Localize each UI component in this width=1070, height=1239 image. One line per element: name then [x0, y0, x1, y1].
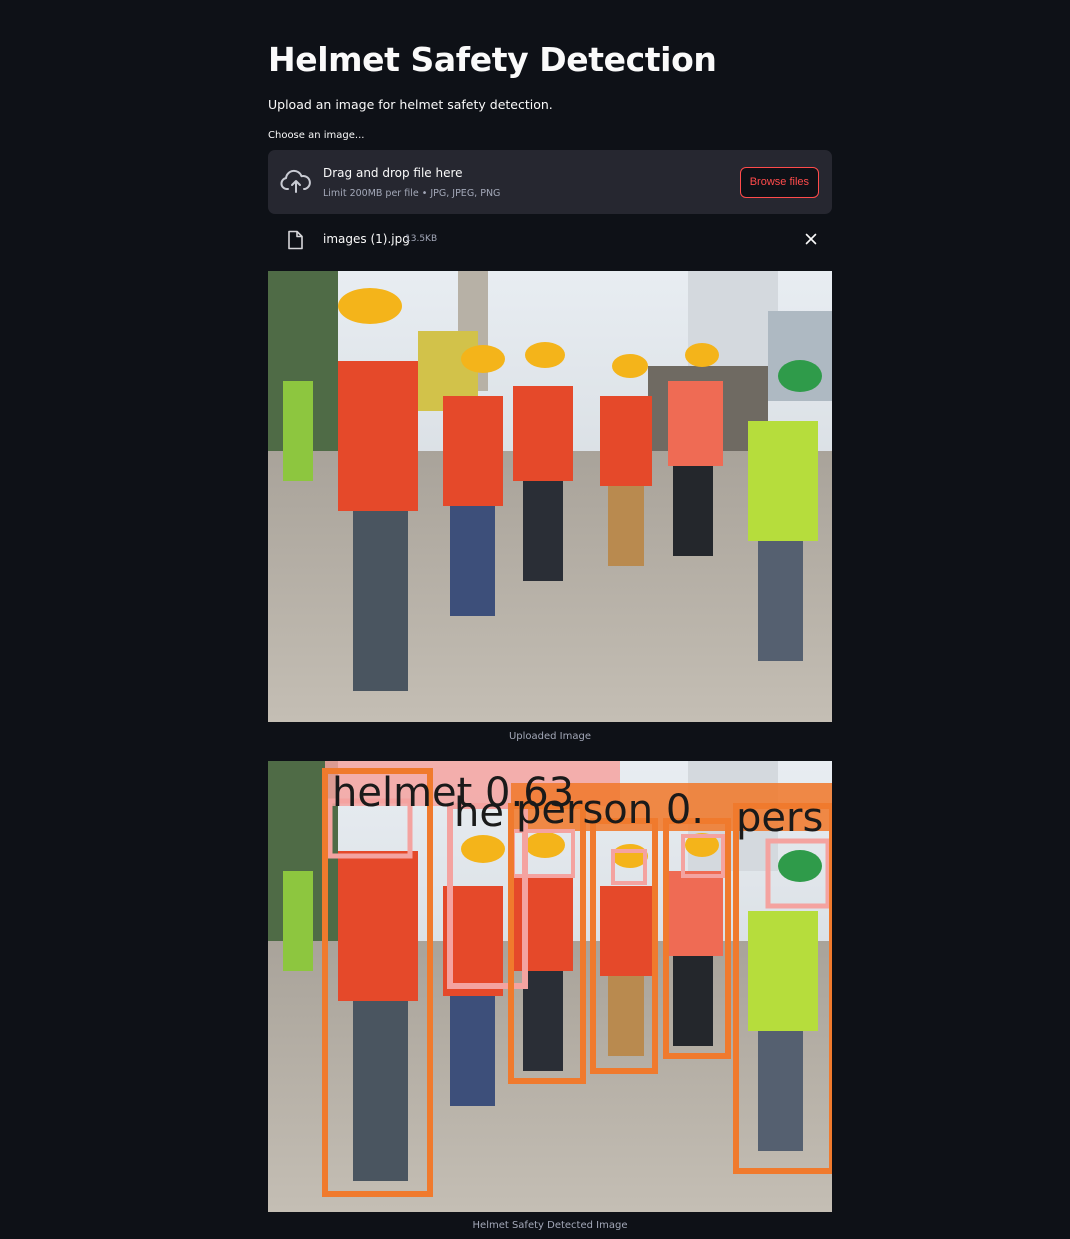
- detection-label-helmet-2: he: [454, 790, 504, 836]
- page-title: Helmet Safety Detection: [268, 40, 717, 79]
- detection-label-person-2: pers: [736, 795, 823, 841]
- browse-files-button[interactable]: Browse files: [739, 167, 819, 198]
- cloud-upload-icon: [280, 169, 311, 193]
- close-icon[interactable]: [803, 230, 819, 248]
- dropzone-limit-text: Limit 200MB per file • JPG, JPEG, PNG: [323, 188, 501, 199]
- file-dropzone[interactable]: Drag and drop file here Limit 200MB per …: [268, 150, 832, 214]
- dropzone-instructions: Drag and drop file here: [323, 166, 463, 180]
- uploaded-image-caption: Uploaded Image: [508, 731, 592, 742]
- uploaded-file-size: 13.5KB: [405, 234, 438, 244]
- uploaded-file-item: images (1).jpg 13.5KB: [268, 226, 832, 254]
- uploaded-image: [268, 271, 832, 722]
- file-uploader-label: Choose an image...: [268, 130, 365, 141]
- detection-label-person: person 0.: [516, 787, 704, 833]
- file-icon: [288, 230, 303, 250]
- detected-image-caption: Helmet Safety Detected Image: [472, 1220, 628, 1231]
- detected-image: helmet 0.63 he person 0. pers: [268, 761, 832, 1212]
- page-subtitle: Upload an image for helmet safety detect…: [268, 97, 553, 112]
- uploaded-file-name: images (1).jpg: [323, 232, 410, 246]
